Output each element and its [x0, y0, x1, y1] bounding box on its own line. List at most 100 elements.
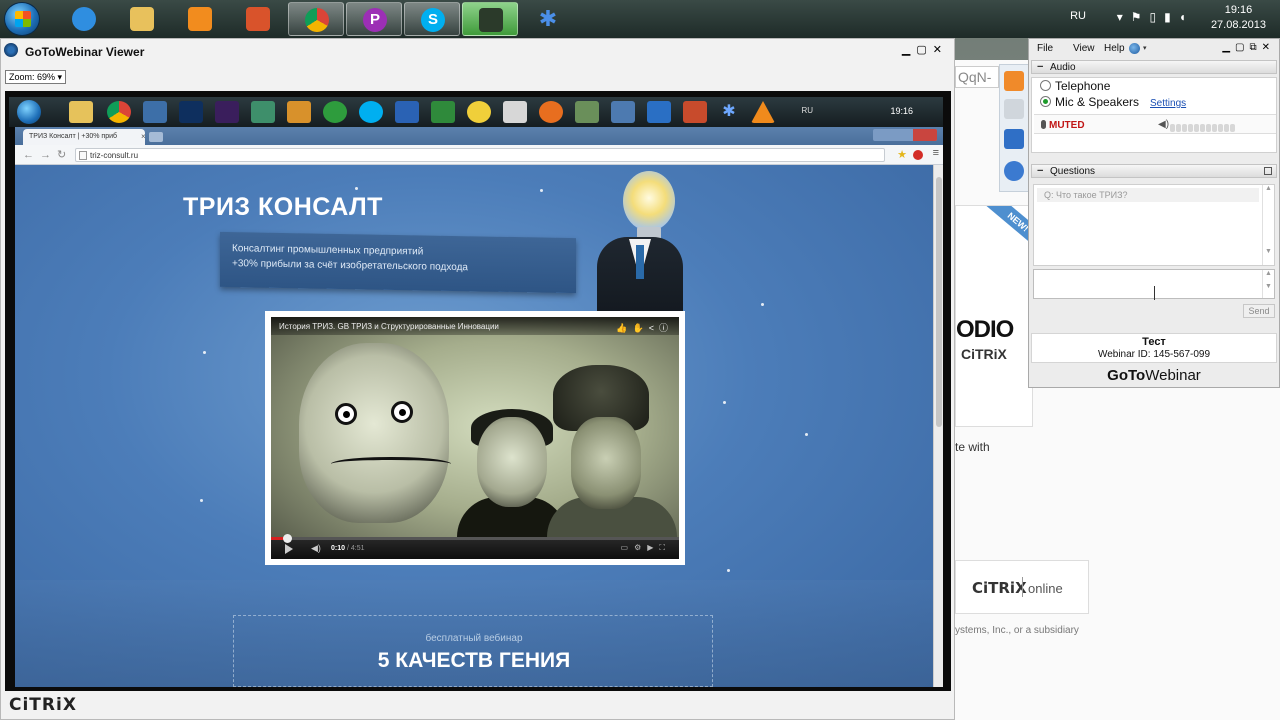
video-duration: / 4:51 — [346, 545, 365, 552]
zoom-dropdown[interactable]: Zoom: 69% ▾ — [5, 70, 67, 84]
menu-file[interactable]: File — [1037, 43, 1053, 54]
shared-app-icon — [143, 101, 167, 123]
webinar-info: Тест Webinar ID: 145-567-099 — [1031, 333, 1277, 363]
shared-app2-icon — [251, 101, 275, 123]
shared-web-page: ТРИЗ КОНСАЛТ Консалтинг промышленных пре… — [15, 165, 933, 687]
raise-hand-icon[interactable] — [1004, 161, 1024, 181]
free-webinar-label: бесплатный вебинар — [425, 633, 523, 644]
mute-status-row[interactable]: MUTED ◀) — [1034, 114, 1276, 134]
chevron-down-icon[interactable]: ▾ — [1117, 10, 1131, 24]
popout-icon[interactable] — [1264, 167, 1272, 175]
menu-view[interactable]: View — [1073, 43, 1095, 54]
muted-label: MUTED — [1049, 120, 1085, 131]
close-button[interactable]: ✕ — [1262, 42, 1275, 53]
mic-side-icon[interactable] — [1004, 99, 1024, 119]
skype-icon: S — [421, 8, 445, 32]
shared-vlc-icon — [751, 101, 775, 123]
shared-scrollbar — [933, 165, 943, 687]
orange-arrow-icon[interactable] — [1004, 71, 1024, 91]
viewer-window-controls: ▁▢✕ — [902, 43, 948, 56]
signal-icon[interactable]: ▮ — [1164, 10, 1179, 24]
collapse-icon[interactable]: − — [1037, 61, 1043, 73]
audio-level-meter — [1170, 121, 1236, 132]
questions-scrollbar[interactable]: ▲ ▼ — [1262, 185, 1274, 265]
extension-icon — [913, 150, 923, 160]
input-scrollbar[interactable]: ▲ ▼ — [1262, 270, 1274, 298]
taskbar-app-snowflake[interactable]: ✱ — [520, 2, 576, 36]
taskbar-app-p[interactable]: P — [346, 2, 402, 36]
shared-premiere-icon — [215, 101, 239, 123]
scroll-down-icon[interactable]: ▼ — [1263, 248, 1274, 255]
citrix-small-logo: CiTRiX — [961, 346, 1007, 362]
minimize-button[interactable]: ▁ — [1222, 42, 1235, 53]
audio-section-header[interactable]: − Audio — [1031, 60, 1277, 74]
scroll-up-icon[interactable]: ▲ — [1263, 185, 1274, 192]
media-player-icon — [188, 7, 212, 31]
taskbar-app-office[interactable] — [230, 2, 286, 36]
popout-button[interactable]: ⧉ — [1249, 42, 1261, 53]
audio-settings-link[interactable]: Settings — [1150, 98, 1186, 109]
menu-help[interactable]: Help — [1104, 43, 1125, 54]
gotowebinar-viewer-window: GoToWebinar Viewer ▁▢✕ Zoom: 69% ▾ ✱ RU … — [0, 38, 955, 720]
subsidiary-text: ystems, Inc., or a subsidiary — [955, 625, 1079, 636]
decor-star — [805, 433, 808, 436]
question-input[interactable]: ▲ ▼ — [1033, 269, 1275, 300]
viewer-titlebar[interactable]: GoToWebinar Viewer ▁▢✕ — [1, 39, 954, 63]
viewer-title: GoToWebinar Viewer — [25, 45, 145, 59]
site-title: ТРИЗ КОНСАЛТ — [183, 193, 383, 221]
close-button[interactable]: ✕ — [933, 44, 948, 56]
telephone-radio[interactable] — [1040, 80, 1051, 91]
bookmark-star-icon: ★ — [897, 149, 907, 161]
forward-arrow-icon: → — [40, 149, 57, 161]
globe-icon[interactable] — [1129, 43, 1140, 54]
brand-goto: GoTo — [1107, 367, 1146, 384]
system-tray-icons[interactable]: ▾⚑▯▮◖ — [1117, 10, 1194, 24]
citrix-word: CiTRiX — [972, 579, 1027, 597]
shared-new-tab-icon — [149, 132, 163, 142]
collapse-icon[interactable]: − — [1037, 165, 1043, 177]
screen-side-icon[interactable] — [1004, 129, 1024, 149]
taskbar-app-internet-explorer[interactable] — [56, 2, 112, 36]
video-eye — [391, 401, 413, 423]
start-button[interactable] — [4, 2, 40, 36]
taskbar-app-gotowebinar[interactable] — [462, 2, 518, 36]
shared-book-icon — [287, 101, 311, 123]
restore-button[interactable]: ▢ — [1235, 42, 1249, 53]
embedded-video-player: История ТРИЗ. GB ТРИЗ и Структурированны… — [265, 311, 685, 565]
volume-icon[interactable]: ◖ — [1179, 10, 1194, 24]
mic-speakers-label[interactable]: Mic & Speakers — [1055, 95, 1139, 109]
questions-section-header[interactable]: − Questions — [1031, 164, 1277, 178]
minimize-button[interactable]: ▁ — [902, 44, 916, 56]
send-button[interactable]: Send — [1243, 304, 1275, 318]
microphone-icon[interactable] — [1041, 120, 1046, 129]
like-icon: 👍 — [616, 323, 633, 333]
webinar-headline: 5 КАЧЕСТВ ГЕНИЯ — [377, 649, 571, 672]
clock-date: 27.08.2013 — [1210, 19, 1266, 31]
maximize-button[interactable]: ▢ — [916, 44, 932, 56]
taskbar-app-skype[interactable]: S — [404, 2, 460, 36]
chevron-down-icon[interactable]: ▾ — [1143, 44, 1147, 52]
taskbar-app-media-player[interactable] — [172, 2, 228, 36]
taskbar-clock[interactable]: 19:16 27.08.2013 — [1211, 3, 1266, 33]
battery-icon[interactable]: ▯ — [1150, 10, 1165, 24]
taskbar-app-file-explorer[interactable] — [114, 2, 170, 36]
chevron-down-icon: ▾ — [57, 72, 63, 82]
shared-toolbar: ←→↻ triz-consult.ru ★ ≡ — [15, 145, 943, 165]
flag-icon[interactable]: ⚑ — [1131, 10, 1150, 24]
decor-star — [727, 569, 730, 572]
shared-photoshop-icon — [179, 101, 203, 123]
scroll-down-icon[interactable]: ▼ — [1263, 283, 1274, 290]
telephone-label[interactable]: Telephone — [1055, 79, 1110, 93]
language-indicator[interactable]: RU — [1070, 10, 1086, 22]
webinar-title: Тест — [1142, 336, 1166, 348]
dislike-icon: ✋ — [632, 323, 649, 333]
shared-tabstrip: ТРИЗ Консалт | +30% приб × — [15, 127, 943, 145]
lightbulb-head-icon — [623, 171, 675, 231]
mic-speakers-radio[interactable] — [1040, 96, 1051, 107]
background-url-fragment[interactable]: QqN- — [955, 66, 999, 88]
brand-fragment: ODIO — [956, 316, 1014, 343]
taskbar-app-chrome[interactable] — [288, 2, 344, 36]
scroll-up-icon[interactable]: ▲ — [1263, 270, 1274, 277]
video-face-van-gogh — [571, 417, 641, 509]
decor-star — [723, 401, 726, 404]
